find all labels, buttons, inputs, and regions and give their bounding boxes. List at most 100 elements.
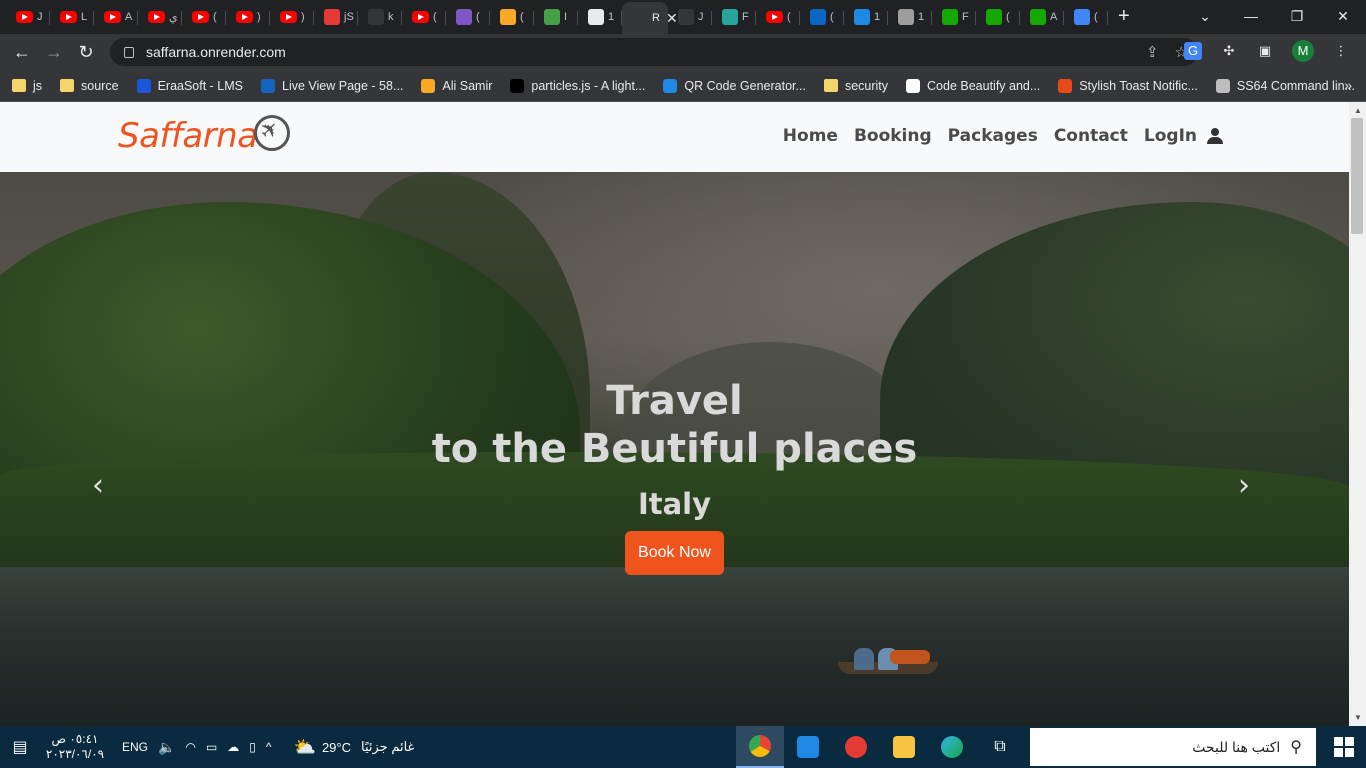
page-scrollbar[interactable]: ▲ ▼ [1349, 102, 1366, 726]
profile-avatar[interactable]: M [1292, 40, 1314, 62]
browser-tab[interactable]: ( [446, 4, 490, 30]
nav-login-link[interactable]: LogIn [1144, 126, 1197, 146]
browser-tab[interactable]: L [50, 4, 94, 30]
wifi-icon[interactable]: ◠ [185, 740, 195, 754]
lock-icon[interactable] [124, 46, 134, 58]
nav-booking-link[interactable]: Booking [854, 126, 932, 146]
youtube-icon [148, 11, 165, 23]
bookmark-item[interactable]: security [823, 79, 888, 93]
share-icon[interactable]: ⇪ [1146, 43, 1159, 61]
bookmark-item[interactable]: js [12, 79, 42, 93]
browser-tab[interactable]: R ✕ [622, 2, 678, 34]
task-view-icon: ⧉ [994, 738, 1006, 755]
browser-tab[interactable]: J [668, 4, 712, 30]
minimize-button[interactable]: — [1228, 8, 1274, 24]
browser-tab[interactable]: ) [226, 4, 270, 30]
translate-extension-icon[interactable]: G [1184, 42, 1202, 60]
bookmark-item[interactable]: Live View Page - 58... [261, 78, 403, 93]
youtube-icon [280, 11, 297, 23]
bookmark-item[interactable]: Ali Samir [421, 78, 492, 93]
extensions-puzzle-icon[interactable]: ✣ [1220, 42, 1238, 60]
cb-icon [906, 78, 921, 93]
weather-icon[interactable]: ⛅ [294, 737, 316, 758]
app-taskbar-button[interactable] [784, 726, 832, 768]
clock-date: ٢٠٢٣/٠٦/٠٩ [45, 747, 105, 761]
bookmark-item[interactable]: source [60, 79, 119, 93]
chrome-taskbar-button[interactable] [736, 726, 784, 768]
side-panel-icon[interactable]: ▣ [1256, 42, 1274, 60]
tab-title: F [742, 11, 749, 23]
windows-start-button[interactable] [1334, 737, 1354, 757]
bookmark-item[interactable]: Stylish Toast Notific... [1058, 78, 1198, 93]
book-now-button[interactable]: Book Now [625, 531, 724, 575]
browser-tab[interactable]: J [6, 4, 50, 30]
onedrive-cloud-icon[interactable]: ☁ [227, 740, 239, 754]
chrome-icon [749, 735, 771, 757]
browser-tab[interactable]: ( [490, 4, 534, 30]
browser-tab[interactable]: ( [976, 4, 1020, 30]
restore-button[interactable]: ❐ [1274, 8, 1320, 25]
bookmark-item[interactable]: SS64 Command lin... [1215, 78, 1355, 93]
nav-packages-link[interactable]: Packages [948, 126, 1038, 146]
bookmark-label: QR Code Generator... [684, 78, 806, 93]
browser-tab[interactable]: 1 [888, 4, 932, 30]
task-view-button[interactable]: ⧉ [976, 726, 1024, 768]
bookmark-item[interactable]: EraaSoft - LMS [136, 78, 243, 93]
browser-tab[interactable]: ( [182, 4, 226, 30]
browser-tab[interactable]: 1 [844, 4, 888, 30]
clock[interactable]: ٠٥:٤١ ص ٢٠٢٣/٠٦/٠٩ [40, 732, 110, 762]
taskbar-search-box[interactable]: اكتب هنا للبحث ⚲ [1030, 728, 1316, 766]
weather-temp[interactable]: 29°C [322, 740, 351, 755]
scrollbar-thumb[interactable] [1351, 118, 1363, 234]
volume-icon[interactable]: 🔈 [158, 739, 175, 756]
browser-tab[interactable]: F [932, 4, 976, 30]
close-window-button[interactable]: ✕ [1320, 8, 1366, 25]
linkedin-icon [810, 9, 826, 25]
new-tab-button[interactable]: + [1118, 5, 1130, 28]
notification-center-icon[interactable]: ▤ [0, 737, 40, 757]
site-logo[interactable]: Saffarna [118, 115, 290, 156]
scroll-up-icon[interactable]: ▲ [1354, 106, 1362, 115]
tab-search-chevron-icon[interactable]: ⌄ [1182, 8, 1228, 25]
browser-tab[interactable]: A [94, 4, 138, 30]
page-icon [898, 9, 914, 25]
nav-contact-link[interactable]: Contact [1054, 126, 1128, 146]
browser-tab[interactable]: F [712, 4, 756, 30]
app-taskbar-button[interactable] [832, 726, 880, 768]
nav-home-link[interactable]: Home [783, 126, 838, 146]
menu-kebab-icon[interactable]: ⋮ [1332, 42, 1350, 60]
show-hidden-icons-chevron-icon[interactable]: ^ [266, 740, 272, 754]
back-button[interactable]: ← [6, 42, 38, 63]
reload-button[interactable]: ↻ [70, 42, 102, 63]
edge-icon [941, 736, 963, 758]
battery-icon[interactable]: ▭ [206, 740, 217, 754]
forward-button[interactable]: → [38, 42, 70, 63]
browser-tab[interactable]: ي [138, 4, 182, 30]
edge-taskbar-button[interactable] [928, 726, 976, 768]
bookmark-item[interactable]: Code Beautify and... [906, 78, 1041, 93]
browser-tab[interactable]: ( [402, 4, 446, 30]
browser-tab[interactable]: ) [270, 4, 314, 30]
bookmarks-overflow-button[interactable]: » [1344, 77, 1352, 93]
browser-tab[interactable]: 1 [578, 4, 622, 30]
carousel-next-icon[interactable]: › [1238, 468, 1250, 503]
bookmark-item[interactable]: QR Code Generator... [663, 78, 806, 93]
bookmark-item[interactable]: particles.js - A light... [510, 78, 645, 93]
language-indicator[interactable]: ENG [122, 740, 148, 754]
weather-description[interactable]: غائم جزئيًا [361, 739, 414, 755]
browser-tab[interactable]: ( [756, 4, 800, 30]
browser-tab[interactable]: k [358, 4, 402, 30]
address-bar[interactable]: saffarna.onrender.com ⇪ ☆ [110, 38, 1198, 66]
meet-now-icon[interactable]: ▯ [249, 740, 256, 754]
browser-tab[interactable]: A [1020, 4, 1064, 30]
browser-tab[interactable]: jS [314, 4, 358, 30]
bookmark-label: Code Beautify and... [927, 78, 1041, 93]
scroll-down-icon[interactable]: ▼ [1354, 713, 1362, 722]
browser-tab[interactable]: ( [1064, 4, 1108, 30]
browser-tab[interactable]: ( [800, 4, 844, 30]
carousel-prev-icon[interactable]: ‹ [92, 468, 104, 503]
url-text[interactable]: saffarna.onrender.com [146, 44, 286, 60]
user-icon[interactable] [1207, 128, 1223, 144]
file-explorer-taskbar-button[interactable] [880, 726, 928, 768]
browser-tab[interactable]: I [534, 4, 578, 30]
